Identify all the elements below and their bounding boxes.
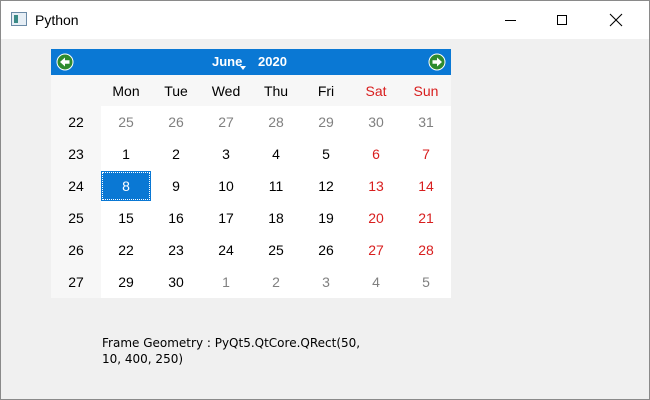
calendar-day[interactable]: 17 [201,210,251,226]
arrow-left-icon [56,53,74,71]
calendar-day[interactable]: 2 [251,274,301,290]
frame-geometry-label: Frame Geometry : PyQt5.QtCore.QRect(50, … [102,336,361,366]
close-icon [609,13,623,27]
month-selector[interactable]: June [212,54,242,69]
calendar-day[interactable]: 15 [101,210,151,226]
close-button[interactable] [593,1,639,39]
calendar-day[interactable]: 3 [201,146,251,162]
calendar-day[interactable]: 31 [401,114,451,130]
calendar-day[interactable]: 14 [401,178,451,194]
python-window-icon [11,12,27,26]
calendar-day[interactable]: 9 [151,178,201,194]
calendar-day[interactable]: 30 [151,274,201,290]
minimize-icon [504,19,516,21]
calendar-day[interactable]: 3 [301,274,351,290]
calendar-day[interactable]: 4 [251,146,301,162]
calendar-day[interactable]: 24 [201,242,251,258]
calendar-day[interactable]: 22 [101,242,151,258]
weekday-header-thu: Thu [263,83,289,99]
calendar-day[interactable]: 27 [351,242,401,258]
calendar-day[interactable]: 28 [251,114,301,130]
calendar-day[interactable]: 2 [151,146,201,162]
week-number: 24 [68,178,84,194]
maximize-button[interactable] [539,1,585,39]
calendar-day[interactable]: 7 [401,146,451,162]
week-number: 23 [68,146,84,162]
previous-month-button[interactable] [56,53,74,71]
calendar-day[interactable]: 29 [101,274,151,290]
calendar-day[interactable]: 19 [301,210,351,226]
calendar-day[interactable]: 16 [151,210,201,226]
calendar-day[interactable]: 27 [201,114,251,130]
calendar-day[interactable]: 5 [401,274,451,290]
maximize-icon [557,15,567,25]
weekday-header-wed: Wed [211,83,241,99]
calendar-day[interactable]: 18 [251,210,301,226]
app-window: Python June 2020 Mon Tue Wed Thu Fri Sat… [0,0,650,400]
calendar-navigation-bar: June 2020 [51,49,451,75]
weekday-header-fri: Fri [317,83,335,99]
calendar-day[interactable]: 12 [301,178,351,194]
calendar-day[interactable]: 11 [251,178,301,194]
calendar-day[interactable]: 20 [351,210,401,226]
arrow-right-icon [428,53,446,71]
calendar-day[interactable]: 26 [301,242,351,258]
next-month-button[interactable] [428,53,446,71]
calendar-day[interactable]: 30 [351,114,401,130]
year-selector[interactable]: 2020 [258,54,287,69]
window-title: Python [35,12,79,28]
calendar-day[interactable]: 4 [351,274,401,290]
calendar-day[interactable]: 26 [151,114,201,130]
calendar-day[interactable]: 23 [151,242,201,258]
chevron-down-icon [240,66,246,70]
weekday-header-mon: Mon [112,83,140,99]
calendar-day[interactable]: 21 [401,210,451,226]
weekday-header-sun: Sun [413,83,439,99]
calendar-day[interactable]: 5 [301,146,351,162]
calendar-day[interactable]: 28 [401,242,451,258]
week-number: 26 [68,242,84,258]
weekday-header-sat: Sat [365,83,387,99]
calendar-day[interactable]: 6 [351,146,401,162]
calendar-day[interactable]: 29 [301,114,351,130]
calendar-day[interactable]: 1 [201,274,251,290]
week-number-column [51,106,101,298]
title-bar: Python [1,1,649,39]
calendar-day[interactable]: 10 [201,178,251,194]
week-number: 27 [68,274,84,290]
calendar-day[interactable]: 1 [101,146,151,162]
calendar-day[interactable]: 25 [101,114,151,130]
calendar-day[interactable]: 25 [251,242,301,258]
calendar-day[interactable]: 13 [351,178,401,194]
week-number: 22 [68,114,84,130]
calendar-day-selected[interactable]: 8 [101,171,151,201]
minimize-button[interactable] [487,1,533,39]
weekday-header-tue: Tue [164,83,188,99]
calendar-widget[interactable]: June 2020 Mon Tue Wed Thu Fri Sat Sun 22 23 24 25 2… [51,49,451,298]
week-number: 25 [68,210,84,226]
